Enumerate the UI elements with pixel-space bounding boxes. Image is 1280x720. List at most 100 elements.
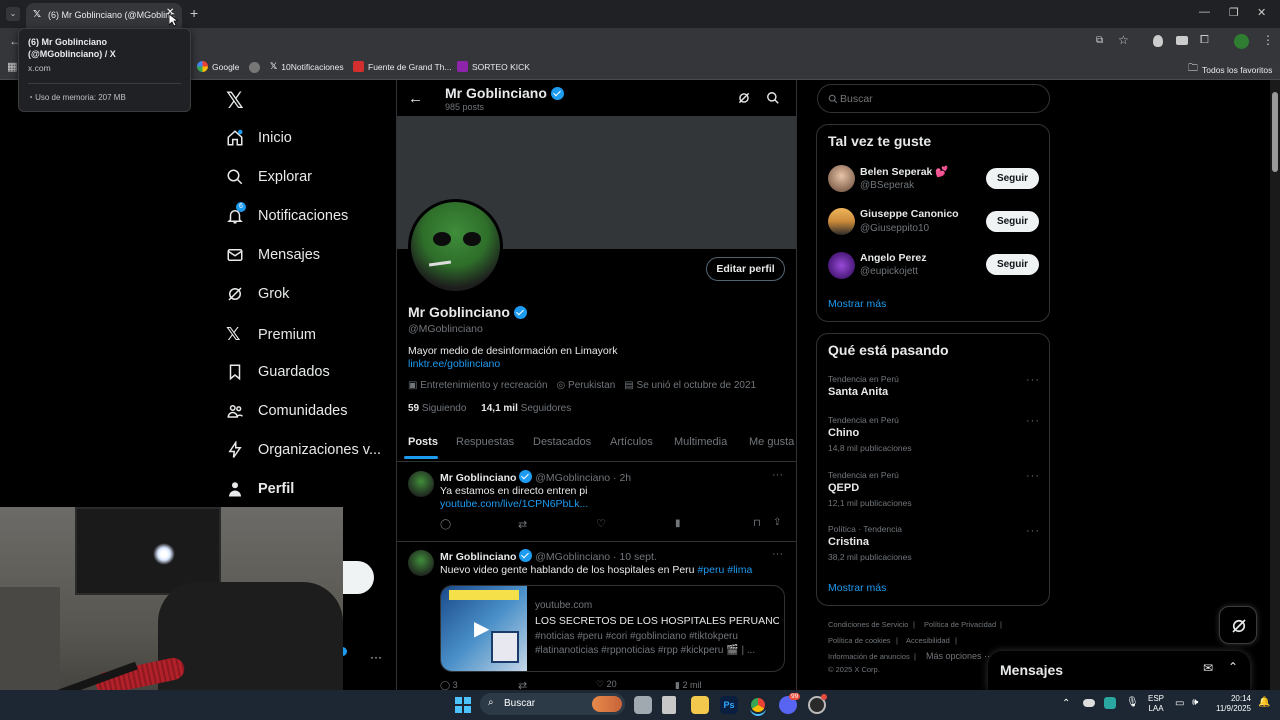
- extension-icon[interactable]: [1153, 35, 1163, 47]
- user-avatar[interactable]: [828, 252, 855, 279]
- profile-avatar[interactable]: [408, 199, 503, 294]
- post-author-name[interactable]: Mr Goblinciano: [440, 472, 516, 484]
- trend-more-icon[interactable]: ···: [1026, 374, 1040, 386]
- phone-link-icon[interactable]: [662, 696, 676, 714]
- nav-premium[interactable]: 𝕏 Premium: [226, 324, 316, 345]
- chrome-icon[interactable]: [749, 696, 767, 714]
- user-avatar[interactable]: [828, 208, 855, 235]
- show-more-trends-link[interactable]: Mostrar más: [828, 582, 886, 594]
- notification-bell-icon[interactable]: 🔔: [1258, 697, 1270, 708]
- nav-comunidades[interactable]: Comunidades: [226, 402, 347, 420]
- messages-drawer[interactable]: Mensajes ✉ ⌃: [988, 651, 1250, 691]
- close-window-button[interactable]: ✕: [1257, 6, 1266, 19]
- bookmark-icon[interactable]: ⊓: [753, 518, 761, 529]
- trend-more-icon[interactable]: ···: [1026, 470, 1040, 482]
- user-name[interactable]: Giuseppe Canonico: [860, 208, 959, 220]
- footer-link[interactable]: Información de anuncios: [828, 652, 910, 661]
- windows-start-icon[interactable]: [455, 697, 471, 713]
- nav-guardados[interactable]: Guardados: [226, 363, 330, 381]
- footer-link[interactable]: Condiciones de Servicio: [828, 620, 908, 629]
- post-link[interactable]: youtube.com/live/1CPN6PbLk...: [440, 498, 588, 510]
- bookmark-grand-theft[interactable]: Fuente de Grand Th...: [353, 61, 451, 72]
- onedrive-icon[interactable]: [1083, 699, 1095, 707]
- search-box[interactable]: [817, 84, 1050, 113]
- post-avatar[interactable]: [408, 550, 434, 576]
- post-avatar[interactable]: [408, 471, 434, 497]
- network-icon[interactable]: ▭: [1175, 698, 1184, 709]
- following-link[interactable]: 59 Siguiendo: [408, 403, 466, 414]
- account-more-icon[interactable]: ···: [370, 650, 382, 664]
- task-view-icon[interactable]: [634, 696, 652, 714]
- repost-icon[interactable]: ⇄: [518, 518, 527, 531]
- back-arrow-icon[interactable]: ←: [408, 90, 423, 107]
- trend-more-icon[interactable]: ···: [1026, 525, 1040, 537]
- nav-perfil[interactable]: Perfil: [226, 480, 294, 498]
- nav-explorar[interactable]: Explorar: [226, 168, 312, 186]
- extension-icon-2[interactable]: [1176, 36, 1188, 45]
- bookmark-google[interactable]: Google: [197, 61, 239, 72]
- restore-button[interactable]: ❐: [1229, 6, 1239, 19]
- microphone-icon[interactable]: 🎙: [1126, 697, 1139, 708]
- expand-icon[interactable]: ⌃: [1228, 660, 1238, 674]
- tab-me-gusta[interactable]: Me gusta: [749, 436, 794, 448]
- extensions-puzzle-icon[interactable]: ⧠: [1200, 34, 1209, 47]
- post-hashtags[interactable]: #peru #lima: [697, 564, 752, 576]
- photoshop-icon[interactable]: Ps: [720, 696, 738, 714]
- search-profile-icon[interactable]: [766, 91, 780, 105]
- like-icon[interactable]: ♡: [596, 517, 606, 530]
- menu-kebab-icon[interactable]: ⋮: [1262, 33, 1274, 47]
- all-bookmarks-folder[interactable]: 🗀 Todos los favoritos: [1188, 61, 1272, 78]
- post-author-name[interactable]: Mr Goblinciano: [440, 551, 516, 563]
- follow-button[interactable]: Seguir: [986, 254, 1039, 275]
- nav-mensajes[interactable]: Mensajes: [226, 246, 320, 264]
- volume-icon[interactable]: 🕪: [1192, 697, 1198, 708]
- page-scrollbar[interactable]: [1270, 80, 1280, 690]
- bookmark-sorteo-kick[interactable]: SORTEO KICK: [457, 61, 530, 72]
- search-input[interactable]: [840, 91, 1040, 107]
- follow-button[interactable]: Seguir: [986, 168, 1039, 189]
- nav-inicio[interactable]: Inicio: [226, 129, 292, 147]
- new-tab-button[interactable]: +: [190, 5, 198, 21]
- scrollbar-thumb[interactable]: [1272, 92, 1278, 172]
- footer-link[interactable]: Política de cookies: [828, 636, 891, 645]
- profile-link[interactable]: linktr.ee/goblinciano: [408, 358, 500, 370]
- link-card[interactable]: ▶ youtube.com LOS SECRETOS DE LOS HOSPIT…: [440, 585, 785, 672]
- show-more-link[interactable]: Mostrar más: [828, 298, 886, 310]
- nav-grok[interactable]: Grok: [226, 285, 289, 303]
- taskbar-search-box[interactable]: ⌕ Buscar: [480, 693, 625, 715]
- x-logo-icon[interactable]: 𝕏: [226, 88, 244, 114]
- trend-name[interactable]: Cristina: [828, 536, 869, 548]
- new-message-icon[interactable]: ✉: [1203, 661, 1213, 675]
- install-app-icon[interactable]: ⧉: [1096, 35, 1103, 46]
- tab-articulos[interactable]: Artículos: [610, 436, 653, 448]
- post-time[interactable]: · 10 sept.: [613, 551, 657, 563]
- edit-profile-button[interactable]: Editar perfil: [706, 257, 785, 281]
- nav-notificaciones[interactable]: 6 Notificaciones: [226, 202, 348, 225]
- file-explorer-icon[interactable]: [691, 696, 709, 714]
- footer-link[interactable]: Política de Privacidad: [924, 620, 996, 629]
- post-more-icon[interactable]: ···: [772, 469, 783, 481]
- post-time[interactable]: · 2h: [613, 472, 631, 484]
- footer-link[interactable]: Accesibilidad: [906, 636, 950, 645]
- share-icon[interactable]: ⇪: [773, 517, 781, 528]
- post-more-icon[interactable]: ···: [772, 548, 783, 560]
- trend-name[interactable]: Santa Anita: [828, 386, 888, 398]
- tab-posts[interactable]: Posts: [408, 436, 438, 448]
- user-avatar[interactable]: [828, 165, 855, 192]
- minimize-button[interactable]: —: [1199, 6, 1210, 18]
- bookmark-star-icon[interactable]: ☆: [1118, 33, 1129, 47]
- grok-float-button[interactable]: [1219, 606, 1257, 644]
- follow-button[interactable]: Seguir: [986, 211, 1039, 232]
- browser-tab-active[interactable]: 𝕏 (6) Mr Goblinciano (@MGoblinc: [26, 3, 182, 28]
- nav-organizaciones[interactable]: Organizaciones v...: [226, 441, 381, 459]
- trend-name[interactable]: QEPD: [828, 482, 859, 494]
- user-name[interactable]: Angelo Perez: [860, 252, 927, 264]
- language-indicator[interactable]: ESP LAA: [1148, 694, 1164, 714]
- tab-multimedia[interactable]: Multimedia: [674, 436, 727, 448]
- reply-icon[interactable]: ◯: [440, 519, 451, 530]
- tab-search-button[interactable]: ⌄: [6, 7, 20, 21]
- trend-name[interactable]: Chino: [828, 427, 859, 439]
- bookmark-notificaciones[interactable]: 𝕏 10Notificaciones: [270, 61, 344, 72]
- tray-app-icon[interactable]: [1104, 697, 1116, 709]
- followers-link[interactable]: 14,1 mil Seguidores: [481, 403, 571, 414]
